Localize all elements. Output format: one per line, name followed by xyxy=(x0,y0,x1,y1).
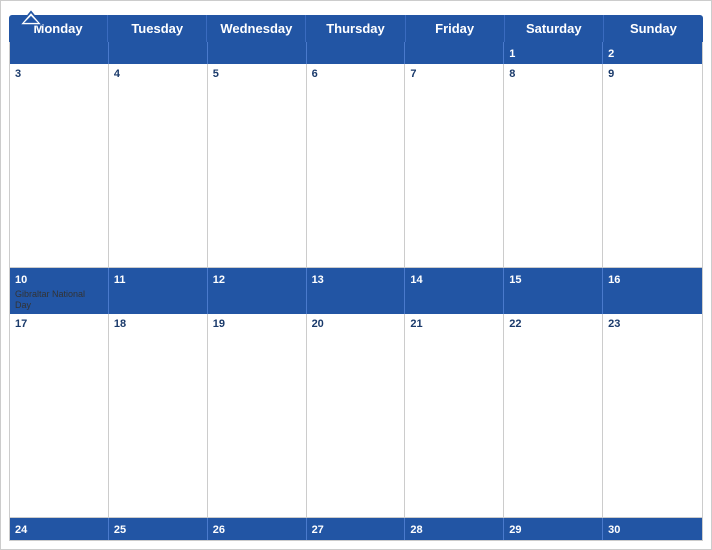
day-cell-19: 19 xyxy=(208,314,307,517)
day-cell-28: 28 xyxy=(405,518,504,540)
day-cell-3: 3 xyxy=(10,64,109,267)
day-cell-empty xyxy=(307,42,406,64)
day-number: 1 xyxy=(509,47,597,61)
day-number: 4 xyxy=(114,67,202,81)
day-number: 21 xyxy=(410,317,498,331)
day-number: 8 xyxy=(509,67,597,81)
day-number: 28 xyxy=(410,523,498,537)
day-cell-20: 20 xyxy=(307,314,406,517)
day-header-thursday: Thursday xyxy=(306,15,405,42)
calendar-header xyxy=(1,1,711,15)
day-cell-4: 4 xyxy=(109,64,208,267)
week-row-3: 17 18 19 20 21 22 23 xyxy=(10,314,702,518)
day-number: 29 xyxy=(509,523,597,537)
day-header-friday: Friday xyxy=(406,15,505,42)
day-cell-1: 1 xyxy=(504,42,603,64)
week-row-0: 12 xyxy=(10,42,702,64)
week-row-4: 24 25 26 27 28 29 30 xyxy=(10,518,702,540)
day-number: 16 xyxy=(608,273,697,287)
day-number: 20 xyxy=(312,317,400,331)
day-cell-29: 29 xyxy=(504,518,603,540)
day-cell-27: 27 xyxy=(307,518,406,540)
day-header-wednesday: Wednesday xyxy=(207,15,306,42)
day-cell-8: 8 xyxy=(504,64,603,267)
day-cell-empty xyxy=(405,42,504,64)
day-number: 6 xyxy=(312,67,400,81)
day-number: 14 xyxy=(410,273,498,287)
day-number: 23 xyxy=(608,317,697,331)
day-number: 15 xyxy=(509,273,597,287)
day-cell-14: 14 xyxy=(405,268,504,314)
day-cell-12: 12 xyxy=(208,268,307,314)
day-cell-7: 7 xyxy=(405,64,504,267)
day-number: 25 xyxy=(114,523,202,537)
day-cell-23: 23 xyxy=(603,314,702,517)
day-cell-empty xyxy=(208,42,307,64)
week-row-2: 10 Gibraltar National Day 11 12 13 14 15 16 xyxy=(10,268,702,314)
day-number: 26 xyxy=(213,523,301,537)
day-cell-empty xyxy=(109,42,208,64)
week-row-1: 3456789 xyxy=(10,64,702,268)
day-cell-26: 26 xyxy=(208,518,307,540)
day-header-sunday: Sunday xyxy=(604,15,703,42)
day-number: 9 xyxy=(608,67,697,81)
day-cell-10: 10 Gibraltar National Day xyxy=(10,268,109,314)
day-number: 11 xyxy=(114,273,202,287)
day-number: 30 xyxy=(608,523,697,537)
day-number: 5 xyxy=(213,67,301,81)
day-header-saturday: Saturday xyxy=(505,15,604,42)
calendar-grid: MondayTuesdayWednesdayThursdayFridaySatu… xyxy=(1,15,711,549)
day-cell-6: 6 xyxy=(307,64,406,267)
day-cell-17: 17 xyxy=(10,314,109,517)
day-headers: MondayTuesdayWednesdayThursdayFridaySatu… xyxy=(9,15,703,42)
day-cell-11: 11 xyxy=(109,268,208,314)
event-text: Gibraltar National Day xyxy=(15,289,103,311)
day-cell-16: 16 xyxy=(603,268,702,314)
day-number: 22 xyxy=(509,317,597,331)
day-cell-2: 2 xyxy=(603,42,702,64)
day-cell-5: 5 xyxy=(208,64,307,267)
day-number: 2 xyxy=(608,47,697,61)
day-number: 12 xyxy=(213,273,301,287)
day-cell-24: 24 xyxy=(10,518,109,540)
day-number: 18 xyxy=(114,317,202,331)
day-number: 13 xyxy=(312,273,400,287)
logo-icon xyxy=(17,9,45,27)
day-number: 7 xyxy=(410,67,498,81)
day-header-tuesday: Tuesday xyxy=(108,15,207,42)
day-cell-25: 25 xyxy=(109,518,208,540)
weeks-container: 12345678910Gibraltar National Day1112131… xyxy=(9,42,703,541)
day-number: 19 xyxy=(213,317,301,331)
day-cell-21: 21 xyxy=(405,314,504,517)
day-number: 17 xyxy=(15,317,103,331)
day-number: 27 xyxy=(312,523,400,537)
day-cell-empty xyxy=(10,42,109,64)
day-cell-18: 18 xyxy=(109,314,208,517)
day-number: 10 xyxy=(15,273,103,287)
day-cell-15: 15 xyxy=(504,268,603,314)
day-number: 24 xyxy=(15,523,103,537)
day-number: 3 xyxy=(15,67,103,81)
day-cell-9: 9 xyxy=(603,64,702,267)
calendar: MondayTuesdayWednesdayThursdayFridaySatu… xyxy=(0,0,712,550)
day-cell-13: 13 xyxy=(307,268,406,314)
day-cell-30: 30 xyxy=(603,518,702,540)
day-cell-22: 22 xyxy=(504,314,603,517)
logo xyxy=(17,9,45,27)
